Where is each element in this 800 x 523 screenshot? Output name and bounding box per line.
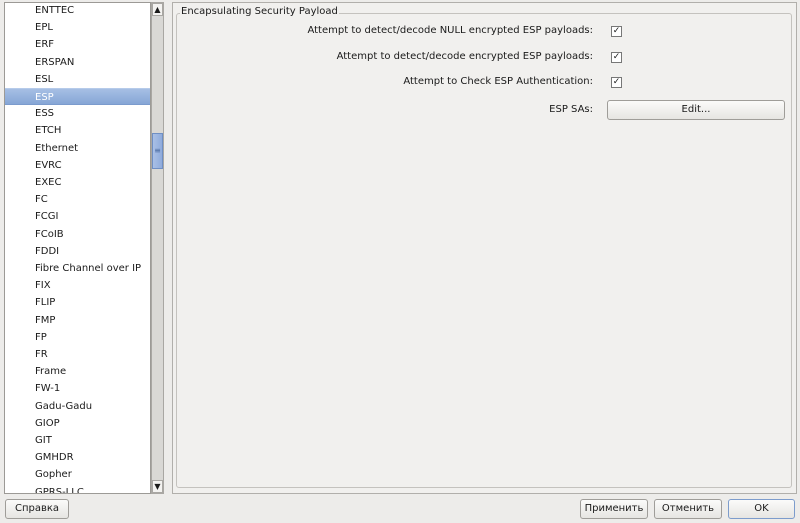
decode-esp-label: Attempt to detect/decode encrypted ESP p…: [336, 51, 593, 62]
scrollbar-thumb[interactable]: ≡: [152, 133, 163, 169]
protocol-list-item[interactable]: ENTTEC: [5, 3, 150, 19]
protocol-list-item[interactable]: Gopher: [5, 466, 150, 483]
protocol-list-item[interactable]: GPRS-LLC: [5, 484, 150, 493]
protocol-list-item[interactable]: FDDI: [5, 243, 150, 260]
null-esp-label: Attempt to detect/decode NULL encrypted …: [307, 25, 593, 36]
protocol-list-item[interactable]: FMP: [5, 312, 150, 329]
cancel-button[interactable]: Отменить: [654, 499, 722, 519]
protocol-list-item[interactable]: Gadu-Gadu: [5, 398, 150, 415]
apply-button[interactable]: Применить: [580, 499, 648, 519]
protocol-list-item[interactable]: FW-1: [5, 380, 150, 397]
protocol-list-item[interactable]: ERF: [5, 36, 150, 53]
protocol-list-item[interactable]: Frame: [5, 363, 150, 380]
protocol-list-item[interactable]: FLIP: [5, 294, 150, 311]
check-auth-label: Attempt to Check ESP Authentication:: [403, 76, 593, 87]
list-scrollbar[interactable]: ▲ ≡ ▼: [151, 2, 164, 494]
esp-sas-label: ESP SAs:: [549, 104, 593, 115]
protocol-list-item[interactable]: GMHDR: [5, 449, 150, 466]
protocol-list-item[interactable]: ETCH: [5, 122, 150, 139]
protocol-list-item[interactable]: ESL: [5, 71, 150, 88]
protocol-list[interactable]: ENTTEC EPL ERF ERSPAN ESL ESP ESS ETCH Ethernet E…: [4, 2, 151, 494]
protocol-list-item[interactable]: FIX: [5, 277, 150, 294]
protocol-list-item[interactable]: Fibre Channel over IP: [5, 260, 150, 277]
ok-button[interactable]: OK: [728, 499, 795, 519]
protocol-list-item[interactable]: ERSPAN: [5, 54, 150, 71]
scroll-up-icon[interactable]: ▲: [152, 3, 163, 16]
protocol-list-item[interactable]: FC: [5, 191, 150, 208]
help-button[interactable]: Справка: [5, 499, 69, 519]
protocol-list-item[interactable]: FP: [5, 329, 150, 346]
protocol-list-item[interactable]: FCGI: [5, 208, 150, 225]
decode-esp-checkbox[interactable]: ✓: [611, 52, 622, 63]
edit-sas-button[interactable]: Edit...: [607, 100, 785, 120]
protocol-list-item[interactable]: ESP: [5, 88, 150, 105]
protocol-list-item[interactable]: EXEC: [5, 174, 150, 191]
protocol-list-item[interactable]: FR: [5, 346, 150, 363]
protocol-list-item[interactable]: EPL: [5, 19, 150, 36]
protocol-list-item[interactable]: GIT: [5, 432, 150, 449]
protocol-list-item[interactable]: ESS: [5, 105, 150, 122]
scroll-down-icon[interactable]: ▼: [152, 480, 163, 493]
protocol-list-item[interactable]: Ethernet: [5, 140, 150, 157]
protocol-list-item[interactable]: GIOP: [5, 415, 150, 432]
protocol-list-item[interactable]: EVRC: [5, 157, 150, 174]
null-esp-checkbox[interactable]: ✓: [611, 26, 622, 37]
check-auth-checkbox[interactable]: ✓: [611, 77, 622, 88]
group-title: Encapsulating Security Payload: [180, 6, 339, 17]
protocol-list-item[interactable]: FCoIB: [5, 226, 150, 243]
